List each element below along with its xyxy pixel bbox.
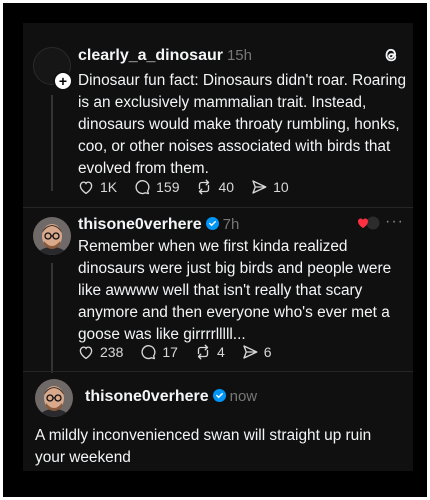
post-text: Dinosaur fun fact: Dinosaurs didn't roar… <box>78 72 407 177</box>
share-icon <box>252 180 267 194</box>
post-time: 15h <box>226 47 252 64</box>
verified-badge-icon <box>212 389 226 402</box>
post-username[interactable]: thisone0verhere now <box>85 388 257 406</box>
share-button[interactable]: 6 <box>241 343 272 361</box>
repost-count: 40 <box>218 179 235 195</box>
threads-logo-icon[interactable] <box>381 45 401 70</box>
post-time: now <box>229 388 258 405</box>
username-text[interactable]: thisone0verhere <box>85 388 209 405</box>
like-button[interactable]: 1K <box>77 178 117 196</box>
share-count: 10 <box>273 179 289 195</box>
username-text[interactable]: thisone0verhere <box>78 216 202 233</box>
share-icon <box>243 345 258 359</box>
thread-card: + clearly_a_dinosaur 15h Dinosaur fun fac… <box>23 23 413 471</box>
post-text: A mildly inconvenienced swan will straig… <box>35 427 372 466</box>
thread-line <box>51 263 53 373</box>
reply-button[interactable]: 159 <box>133 178 179 196</box>
post-username[interactable]: thisone0verhere 7h <box>78 216 239 234</box>
post-actions: 1K 159 40 10 <box>77 178 305 196</box>
like-count: 1K <box>100 179 118 195</box>
avatar[interactable] <box>33 217 71 255</box>
repost-button[interactable]: 4 <box>194 343 225 361</box>
post-text: Remember when we first kinda realized di… <box>78 238 392 343</box>
divider <box>23 371 413 372</box>
reply-count: 17 <box>162 344 178 360</box>
reply-button[interactable]: 17 <box>139 343 178 361</box>
repost-count: 4 <box>216 344 225 360</box>
avatar[interactable] <box>35 379 73 417</box>
divider <box>23 207 413 208</box>
follow-plus-icon[interactable]: + <box>53 71 73 91</box>
comment-icon <box>135 180 150 195</box>
post-time: 7h <box>222 216 240 233</box>
share-count: 6 <box>263 344 272 360</box>
like-button[interactable]: 238 <box>77 343 123 361</box>
repost-icon <box>199 179 210 195</box>
screenshot-frame: + clearly_a_dinosaur 15h Dinosaur fun fac… <box>3 3 427 497</box>
repost-icon <box>197 344 209 360</box>
comment-icon <box>141 345 156 360</box>
more-icon[interactable]: ··· <box>385 213 404 231</box>
verified-badge-icon <box>205 217 219 230</box>
post-actions: 238 17 4 6 <box>77 343 288 361</box>
repost-button[interactable]: 40 <box>195 178 234 196</box>
thread-line <box>51 95 53 191</box>
post-username[interactable]: clearly_a_dinosaur 15h <box>78 47 252 65</box>
share-button[interactable]: 10 <box>250 178 289 196</box>
liked-avatar-icon <box>355 215 381 236</box>
reply-count: 159 <box>156 179 180 195</box>
heart-icon <box>79 346 93 360</box>
username-text[interactable]: clearly_a_dinosaur <box>78 47 223 64</box>
like-count: 238 <box>100 344 124 360</box>
heart-icon <box>79 181 93 195</box>
